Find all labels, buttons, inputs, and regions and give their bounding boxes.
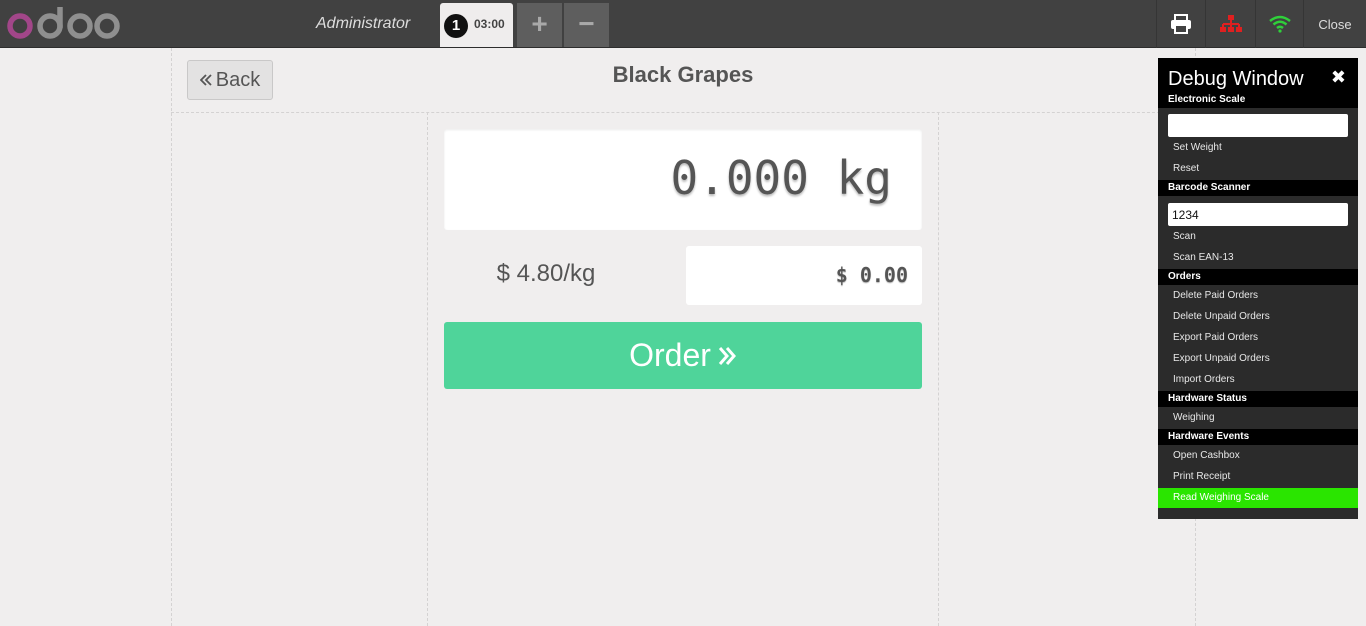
remove-order-button[interactable]: −	[564, 3, 609, 47]
export-paid-orders-button[interactable]: Export Paid Orders	[1158, 328, 1358, 348]
order-button[interactable]: Order	[444, 322, 922, 389]
debug-title: Debug Window	[1168, 68, 1304, 90]
import-orders-button[interactable]: Import Orders	[1158, 370, 1358, 390]
product-name: Black Grapes	[612, 62, 754, 87]
section-orders: Orders	[1158, 269, 1358, 285]
proxy-network-icon	[1219, 15, 1242, 32]
weight-input[interactable]	[1168, 114, 1348, 137]
weight-display: 0.000 kg	[444, 129, 922, 230]
read-weighing-scale-button[interactable]: Read Weighing Scale	[1158, 488, 1358, 508]
top-bar: Administrator 1 03:00 + − Close	[0, 0, 1366, 48]
order-number: 1	[444, 14, 468, 38]
weighing-status-item: Weighing	[1173, 412, 1215, 423]
section-electronic-scale: Electronic Scale	[1158, 92, 1358, 108]
add-order-button[interactable]: +	[517, 3, 562, 47]
printer-status[interactable]	[1156, 0, 1205, 48]
layout-divider	[427, 112, 428, 626]
connection-status[interactable]	[1255, 0, 1303, 48]
reset-button[interactable]: Reset	[1158, 159, 1358, 179]
section-hardware-events: Hardware Events	[1158, 429, 1358, 445]
odoo-logo	[7, 7, 120, 39]
total-price-display: $ 0.00	[686, 246, 922, 305]
open-cashbox-button[interactable]: Open Cashbox	[1158, 446, 1358, 466]
close-icon[interactable]: ✖	[1331, 67, 1346, 88]
weight-value: 0.000 kg	[670, 151, 892, 205]
section-barcode-scanner: Barcode Scanner	[1158, 180, 1358, 196]
barcode-input[interactable]	[1168, 203, 1348, 226]
scan-button[interactable]: Scan	[1158, 227, 1358, 247]
price-per-kg: $ 4.80/kg	[496, 260, 596, 287]
wifi-icon	[1268, 15, 1291, 33]
close-button[interactable]: Close	[1303, 0, 1366, 48]
total-price-value: $ 0.00	[835, 263, 908, 287]
print-receipt-button[interactable]: Print Receipt	[1158, 467, 1358, 487]
proxy-status[interactable]	[1205, 0, 1255, 48]
section-hardware-status: Hardware Status	[1158, 391, 1358, 407]
debug-window: Debug Window ✖ Electronic Scale Set Weig…	[1158, 58, 1358, 519]
export-unpaid-orders-button[interactable]: Export Unpaid Orders	[1158, 349, 1358, 369]
printer-icon	[1171, 14, 1191, 34]
layout-divider	[938, 112, 939, 626]
order-label: Order	[629, 337, 711, 373]
layout-divider	[171, 112, 1195, 113]
order-tab[interactable]: 1 03:00	[440, 3, 513, 47]
layout-divider	[171, 48, 172, 626]
scan-ean13-button[interactable]: Scan EAN-13	[1158, 248, 1358, 268]
cashier-name[interactable]: Administrator	[316, 0, 410, 48]
double-chevron-right-icon	[718, 346, 736, 365]
delete-paid-orders-button[interactable]: Delete Paid Orders	[1158, 286, 1358, 306]
order-time: 03:00	[474, 17, 505, 31]
delete-unpaid-orders-button[interactable]: Delete Unpaid Orders	[1158, 307, 1358, 327]
set-weight-button[interactable]: Set Weight	[1158, 138, 1358, 158]
